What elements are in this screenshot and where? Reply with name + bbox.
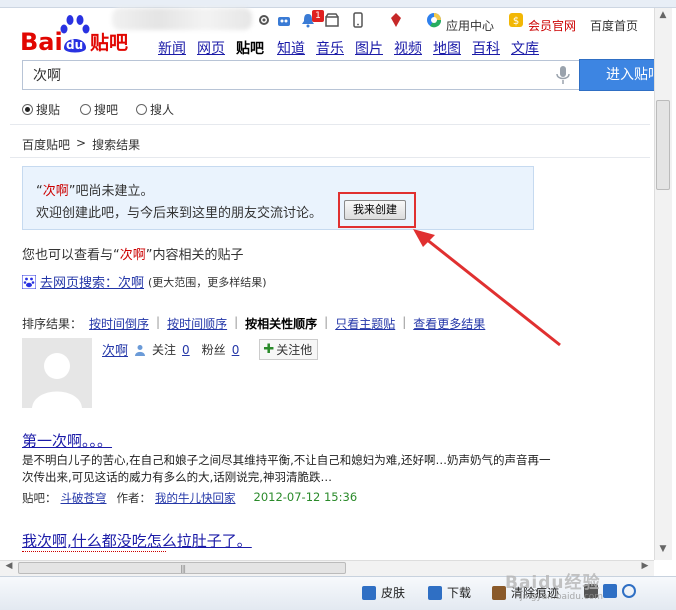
mobile-icon[interactable]: [350, 12, 366, 28]
divider: [10, 157, 650, 158]
enter-tieba-button[interactable]: 进入贴吧: [579, 59, 659, 91]
nav-tab-music[interactable]: 音乐: [316, 38, 344, 58]
scroll-right-arrow-icon[interactable]: ▶: [638, 561, 652, 575]
baidu-paw-icon: [22, 274, 36, 289]
scroll-up-arrow-icon[interactable]: ▲: [656, 10, 670, 24]
nav-tab-wenku[interactable]: 文库: [511, 38, 539, 58]
download-icon: [428, 585, 442, 600]
breadcrumb-root-link[interactable]: 百度贴吧: [22, 136, 70, 153]
broom-icon: [492, 585, 506, 600]
svg-text:$: $: [513, 16, 519, 27]
sort-bar: 排序结果： 按时间倒序 | 按时间顺序 | 按相关性顺序 | 只看主题贴 | 查…: [22, 315, 485, 332]
radio-dot-checked[interactable]: [22, 104, 33, 115]
radio-search-posts[interactable]: 搜贴: [22, 101, 60, 118]
vip-link[interactable]: 会员官网: [528, 17, 576, 34]
post-title-link[interactable]: 我次啊,什么都没吃怎么拉肚子了。: [22, 530, 252, 551]
gear-icon[interactable]: [256, 12, 272, 28]
only-topics-link[interactable]: 只看主题贴: [335, 315, 395, 332]
sort-separator: |: [324, 315, 329, 329]
gem-icon[interactable]: [388, 12, 404, 28]
web-search-link[interactable]: 去网页搜索：次啊: [40, 272, 144, 291]
fans-label: 粉丝: [201, 343, 226, 357]
radio-dot[interactable]: [136, 104, 147, 115]
post-meta: 贴吧： 斗破苍穹 作者： 我的牛儿快回家 2012-07-12 15:36: [22, 490, 358, 506]
default-avatar-icon: [32, 353, 82, 408]
svg-text:Bai: Bai: [20, 28, 63, 56]
shop-icon[interactable]: [324, 12, 340, 28]
avatar[interactable]: [22, 338, 92, 408]
notice-keyword: 次啊: [42, 184, 69, 199]
web-search-row: 去网页搜索：次啊 (更大范围，更多样结果): [22, 272, 267, 291]
breadcrumb-current: 搜索结果: [92, 138, 141, 152]
divider: [10, 124, 650, 125]
post-time: 2012-07-12 15:36: [253, 490, 358, 504]
user-info-row: 次啊 关注 0 粉丝 0 ✚ 关注他: [102, 339, 319, 360]
annotation-arrow: [413, 229, 561, 347]
nav-tab-tieba[interactable]: 贴吧: [236, 38, 264, 58]
app-center-icon: [427, 13, 442, 28]
web-search-note: (更大范围，更多样结果): [148, 275, 267, 289]
fans-count-link[interactable]: 0: [232, 343, 240, 357]
breadcrumb-separator: >: [76, 136, 87, 150]
notification-badge: 1: [312, 10, 324, 22]
notice-line-2: 欢迎创建此吧，与今后来到这里的朋友交流讨论。: [36, 206, 323, 221]
download-button[interactable]: 下载: [428, 584, 471, 601]
radio-search-users[interactable]: 搜人: [136, 101, 174, 118]
post-title-link[interactable]: 第一次啊。。。: [22, 430, 112, 451]
nav-tab-map[interactable]: 地图: [433, 38, 461, 58]
plus-icon: ✚: [263, 342, 275, 357]
skin-button[interactable]: 皮肤: [362, 584, 405, 601]
zoom-icon[interactable]: [622, 584, 636, 598]
follow-user-button[interactable]: ✚ 关注他: [259, 339, 319, 360]
sort-separator: |: [402, 315, 407, 329]
follow-label: 关注: [152, 343, 177, 357]
breadcrumb: 百度贴吧 > 搜索结果: [22, 136, 140, 153]
nav-tab-web[interactable]: 网页: [197, 38, 225, 58]
sort-separator: |: [234, 315, 239, 329]
person-icon: [135, 344, 146, 356]
scroll-down-arrow-icon[interactable]: ▼: [656, 544, 670, 558]
search-input[interactable]: [22, 60, 579, 90]
game-icon[interactable]: [276, 12, 292, 28]
notice-line-1: “次啊”吧尚未建立。: [36, 184, 154, 199]
sort-separator: |: [156, 315, 161, 329]
follow-count-link[interactable]: 0: [182, 343, 190, 357]
vertical-scroll-thumb[interactable]: [656, 100, 670, 190]
svg-text:du: du: [66, 38, 83, 52]
microphone-icon[interactable]: [556, 66, 570, 84]
app-center-link[interactable]: 应用中心: [446, 17, 494, 34]
sort-time-desc-link[interactable]: 按时间倒序: [89, 315, 149, 332]
create-bar-button[interactable]: 我来创建: [344, 200, 406, 220]
radio-search-bars[interactable]: 搜吧: [80, 101, 118, 118]
watermark: Baidu经验: [505, 573, 601, 593]
related-keyword: 次啊: [119, 248, 146, 263]
baidu-home-link[interactable]: 百度首页: [590, 17, 638, 34]
related-posts-text: 您也可以查看与“次啊”内容相关的贴子: [22, 248, 244, 263]
radio-dot[interactable]: [80, 104, 91, 115]
scroll-left-arrow-icon[interactable]: ◀: [2, 561, 16, 575]
watermark-url: jingyan.baidu.com: [520, 592, 604, 602]
post-snippet: 是不明白儿子的苦心,在自己和娘子之间尽其维持平衡,不让自己和媳妇为难,还好啊…奶…: [22, 453, 551, 484]
sort-time-asc-link[interactable]: 按时间顺序: [167, 315, 227, 332]
vertical-scrollbar[interactable]: [654, 8, 672, 560]
svg-text:贴吧: 贴吧: [90, 32, 128, 54]
nav-tab-news[interactable]: 新闻: [158, 38, 186, 58]
more-results-link[interactable]: 查看更多结果: [413, 315, 485, 332]
baidu-tieba-logo[interactable]: Bai du 贴吧: [20, 14, 140, 60]
post-author-link[interactable]: 我的牛儿快回家: [155, 490, 236, 506]
sort-relevance-current: 按相关性顺序: [245, 317, 318, 331]
nav-tab-video[interactable]: 视频: [394, 38, 422, 58]
screen-icon[interactable]: [603, 584, 617, 598]
vip-icon: $: [509, 13, 523, 27]
post-bar-link[interactable]: 斗破苍穹: [61, 490, 107, 506]
window-top-frame: [0, 0, 676, 8]
sort-label: 排序结果：: [22, 317, 83, 331]
skin-icon: [362, 585, 376, 600]
user-name-link[interactable]: 次啊: [102, 340, 128, 359]
nav-tab-baike[interactable]: 百科: [472, 38, 500, 58]
nav-tab-images[interactable]: 图片: [355, 38, 383, 58]
cut-off-text-line: [22, 551, 166, 553]
scroll-grip-icon: |||: [180, 564, 186, 573]
nav-tab-zhidao[interactable]: 知道: [277, 38, 305, 58]
